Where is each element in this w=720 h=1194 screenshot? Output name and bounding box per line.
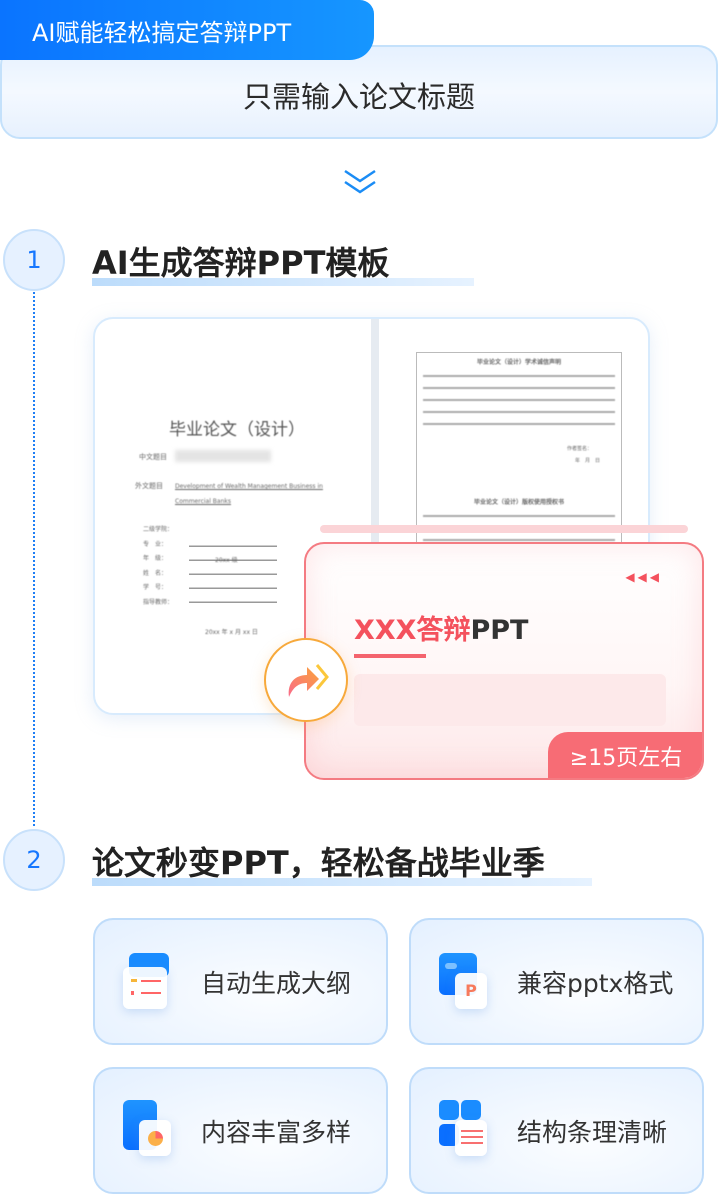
signature-date: 年 月 日 bbox=[575, 458, 601, 464]
step-connector bbox=[33, 292, 35, 826]
convert-arrow-badge bbox=[264, 638, 348, 722]
field-label: 学 号： bbox=[143, 584, 168, 591]
feature-card-outline: 自动生成大纲 bbox=[93, 918, 388, 1045]
feature-label: 结构条理清晰 bbox=[517, 1117, 668, 1147]
step-1-badge: 1 bbox=[3, 229, 65, 291]
step-title-text: 论文秒变PPT，轻松备战毕业季 bbox=[92, 844, 545, 882]
cn-title-blurred bbox=[175, 450, 271, 462]
pie-chart-doc-icon bbox=[123, 1099, 179, 1162]
feature-card-content: 内容丰富多样 bbox=[93, 1067, 388, 1194]
ppt-title-dark: PPT bbox=[470, 615, 529, 646]
declaration-text-blurred bbox=[423, 375, 615, 433]
field-lines bbox=[189, 533, 277, 608]
pink-stack-bar bbox=[320, 525, 688, 533]
declaration-page: 毕业论文（设计）学术诚信声明 作者签名： 年 月 日 毕业论文（设计）版权使用授… bbox=[416, 352, 622, 552]
intro-subtitle: 只需输入论文标题 bbox=[242, 80, 475, 114]
step-number: 1 bbox=[26, 246, 42, 274]
cover-title: 毕业论文（设计） bbox=[169, 420, 305, 440]
field-label: 年 级： bbox=[143, 555, 168, 562]
cover-fields: 二级学院： 专 业： 年 级： 姓 名： 学 号： 指导教师： bbox=[143, 523, 173, 610]
ppt-preview-card: ◀◀◀ XXX答辩PPT ≥15页左右 bbox=[304, 542, 704, 780]
pptx-file-icon: P bbox=[439, 951, 495, 1013]
field-label: 二级学院： bbox=[143, 526, 174, 533]
feature-card-pptx: P 兼容pptx格式 bbox=[409, 918, 704, 1045]
step-1-title: AI生成答辩PPT模板 bbox=[92, 238, 474, 286]
cn-title-label: 中文题目 bbox=[139, 453, 167, 461]
page2-heading2: 毕业论文（设计）版权使用授权书 bbox=[473, 499, 564, 506]
header-tab-label: AI赋能轻松搞定答辩PPT bbox=[32, 18, 292, 47]
cover-date: 20xx 年 x 月 xx 日 bbox=[205, 629, 258, 636]
step-2-badge: 2 bbox=[3, 829, 65, 891]
step-2-title: 论文秒变PPT，轻松备战毕业季 bbox=[92, 838, 592, 886]
ppt-title-red: XXX答辩 bbox=[354, 615, 471, 646]
ppt-title: XXX答辩PPT bbox=[354, 608, 528, 647]
grid-structure-icon bbox=[439, 1099, 495, 1162]
feature-label: 内容丰富多样 bbox=[201, 1117, 352, 1147]
page-count-text: ≥15页左右 bbox=[569, 746, 683, 771]
signature-label: 作者签名： bbox=[567, 446, 593, 452]
field-label: 指导教师： bbox=[143, 598, 174, 606]
chevron-double-down-icon bbox=[344, 169, 376, 194]
outline-list-icon bbox=[123, 951, 179, 1013]
triangle-left-icon: ◀◀◀ bbox=[625, 570, 662, 584]
feature-label: 自动生成大纲 bbox=[201, 968, 352, 998]
feature-card-structure: 结构条理清晰 bbox=[409, 1067, 704, 1194]
feature-label: 兼容pptx格式 bbox=[517, 968, 674, 998]
field-label: 姓 名： bbox=[143, 569, 168, 577]
page2-heading: 毕业论文（设计）学术诚信声明 bbox=[476, 359, 561, 366]
grade-value: 20xx 级 bbox=[215, 557, 238, 564]
ppt-body-placeholder bbox=[354, 674, 666, 726]
header-tab: AI赋能轻松搞定答辩PPT bbox=[0, 0, 374, 60]
ppt-title-underline bbox=[354, 654, 426, 658]
forward-arrow-icon bbox=[288, 664, 329, 697]
en-title-label: 外文题目 bbox=[135, 482, 163, 490]
step-title-text: AI生成答辩PPT模板 bbox=[92, 244, 390, 282]
step-number: 2 bbox=[26, 846, 42, 874]
page-count-badge: ≥15页左右 bbox=[548, 732, 702, 778]
en-title: Development of Wealth Management Busines… bbox=[175, 483, 323, 505]
field-label: 专 业： bbox=[143, 540, 168, 548]
